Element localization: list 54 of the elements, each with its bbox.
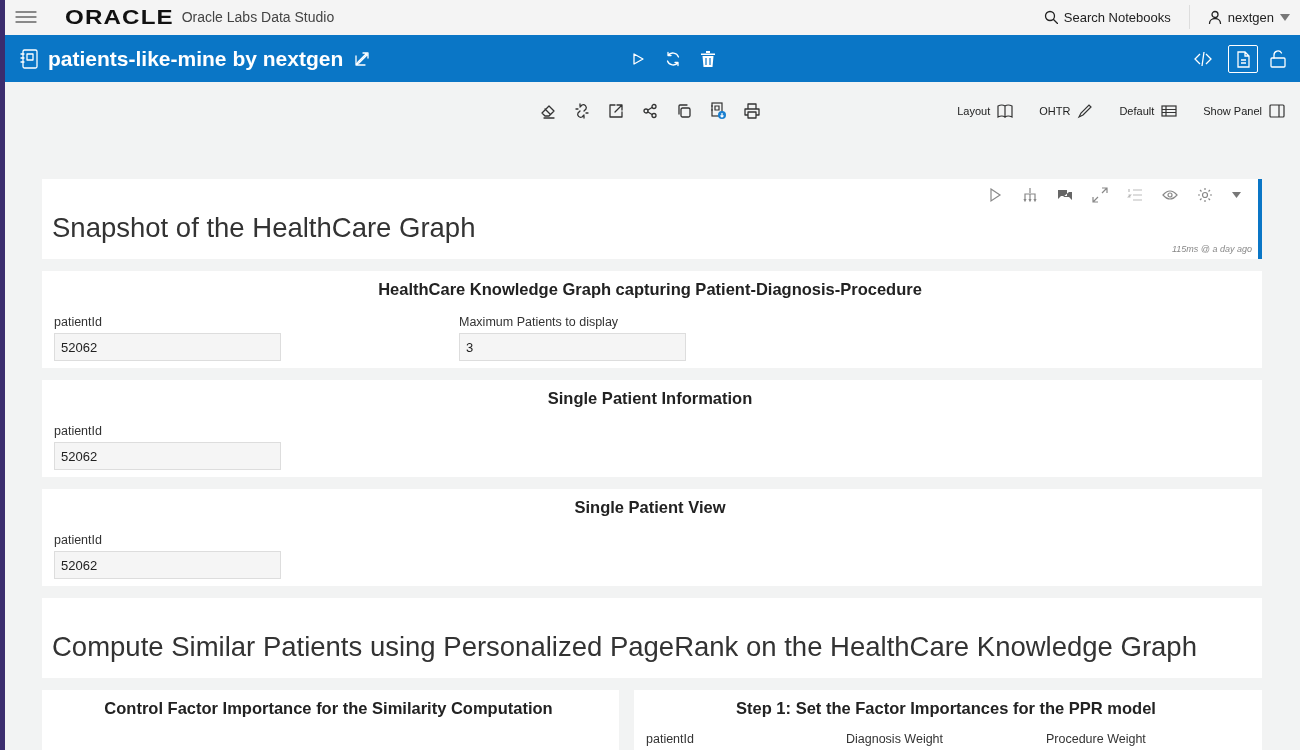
field-label: patientId: [54, 424, 103, 438]
user-menu[interactable]: nextgen: [1207, 10, 1290, 25]
table-icon: [1161, 102, 1178, 119]
search-icon: [1043, 10, 1058, 25]
notebook-icon: [20, 47, 40, 70]
run-timestamp: 115ms @ a day ago: [1172, 244, 1252, 254]
toolbar-menu-button[interactable]: Default: [1119, 102, 1178, 119]
paragraph-heading: Compute Similar Patients using Personalized PageRank on the HealthCare Knowledge Graph: [52, 630, 1197, 664]
expand-icon[interactable]: [1092, 187, 1108, 203]
caret-icon[interactable]: [1232, 192, 1241, 198]
trash-icon[interactable]: [701, 50, 716, 67]
paragraph-title: Step 1: Set the Factor Importances for the PPR model: [735, 699, 1157, 718]
book-icon: [997, 102, 1014, 119]
field-label: Diagnosis Weight: [846, 732, 945, 746]
notebook-title: patients-like-mine by nextgen: [48, 46, 344, 71]
copy-icon[interactable]: [676, 102, 692, 119]
refresh-icon[interactable]: [665, 50, 682, 67]
caret-icon: [1280, 14, 1290, 21]
user-icon: [1207, 10, 1222, 25]
field-label: Procedure Weight: [1046, 732, 1147, 746]
export-icon[interactable]: [608, 102, 624, 119]
input-field[interactable]: 52062: [54, 442, 281, 470]
paragraph-title: Single Patient Information: [546, 389, 754, 408]
notebook-download-icon[interactable]: [710, 102, 726, 120]
product-name: Oracle Labs Data Studio: [181, 9, 335, 26]
tree-icon[interactable]: [1022, 187, 1038, 203]
broken-link-icon[interactable]: [574, 102, 590, 119]
paragraph-title: HealthCare Knowledge Graph capturing Patient-Diagnosis-Procedure: [377, 280, 923, 299]
run-icon[interactable]: [987, 187, 1003, 203]
print-icon[interactable]: [744, 102, 760, 119]
field-label: patientId: [54, 315, 103, 329]
field-label: Maximum Patients to display: [459, 315, 620, 329]
field-label: patientId: [646, 732, 695, 746]
eye-icon[interactable]: [1162, 187, 1178, 203]
field-label: patientId: [54, 533, 103, 547]
logo: ORACLE: [65, 5, 174, 30]
code-icon: [1193, 49, 1213, 68]
input-field[interactable]: 52062: [54, 551, 281, 579]
input-field[interactable]: 3: [459, 333, 686, 361]
input-field[interactable]: 52062: [54, 333, 281, 361]
toolbar-menu-button[interactable]: Show Panel: [1203, 102, 1285, 119]
brush-icon: [1077, 102, 1094, 119]
search-notebooks-button[interactable]: Search Notebooks: [1043, 5, 1190, 30]
unlocked-icon[interactable]: [1268, 49, 1288, 68]
share-icon[interactable]: [642, 102, 658, 119]
menu-icon[interactable]: [15, 9, 37, 26]
toolbar-menu-button[interactable]: Layout: [957, 102, 1014, 119]
paragraph-title: Control Factor Importance for the Similarity Computation: [103, 699, 554, 718]
panel-icon: [1269, 102, 1285, 119]
run-icon[interactable]: [631, 51, 646, 66]
paragraph-title: Single Patient View: [573, 498, 727, 517]
document-view-button[interactable]: [1228, 44, 1258, 73]
toolbar-menu-button[interactable]: OHTR: [1039, 102, 1094, 119]
paragraph-heading: Snapshot of the HealthCare Graph: [52, 211, 476, 245]
